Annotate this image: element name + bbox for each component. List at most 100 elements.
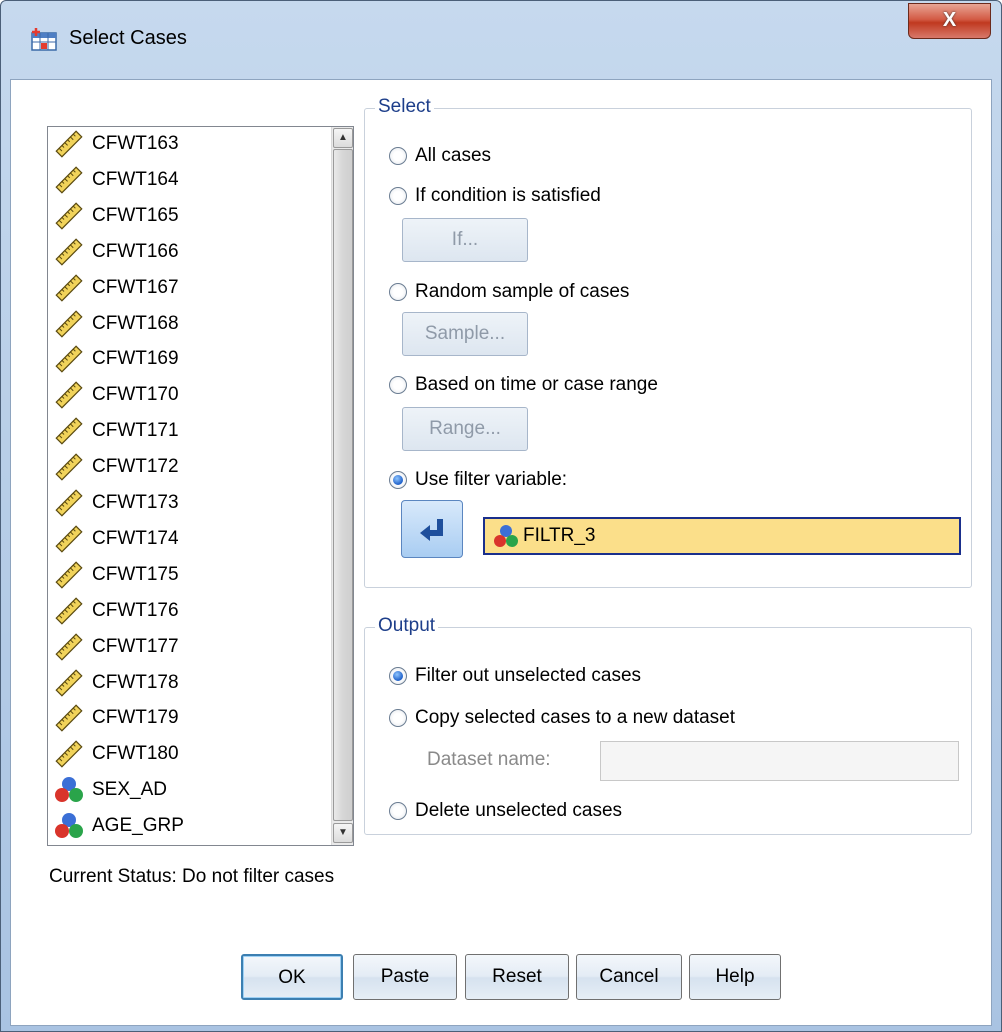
variable-name: CFWT170 [92, 384, 179, 406]
if-condition-label: If condition is satisfied [415, 185, 601, 206]
variable-list-item[interactable]: CFWT178 [54, 666, 179, 700]
variable-list-item[interactable]: CFWT176 [54, 594, 179, 628]
copy-selected-label: Copy selected cases to a new dataset [415, 707, 736, 728]
random-sample-label: Random sample of cases [415, 281, 630, 302]
nominal-balls-icon [54, 776, 84, 804]
ruler-icon [54, 417, 84, 445]
ruler-icon [54, 345, 84, 373]
radio-random-sample[interactable]: Random sample of cases [389, 281, 629, 303]
ruler-icon [54, 597, 84, 625]
variable-list-item[interactable]: SEX_AD [54, 773, 167, 807]
nominal-balls-icon [494, 525, 518, 547]
radio-delete-unselected[interactable]: Delete unselected cases [389, 800, 622, 822]
variable-list-item[interactable]: AGE_GRP [54, 809, 184, 843]
filter-variable-field[interactable]: FILTR_3 [483, 517, 961, 555]
variable-list-item[interactable]: CFWT174 [54, 522, 179, 556]
reset-button[interactable]: Reset [465, 954, 569, 1000]
radio-copy-selected[interactable]: Copy selected cases to a new dataset [389, 707, 735, 729]
variable-name: CFWT169 [92, 348, 179, 370]
paste-button[interactable]: Paste [353, 954, 457, 1000]
range-button[interactable]: Range... [402, 407, 528, 451]
delete-unselected-label: Delete unselected cases [415, 800, 623, 821]
dataset-name-input[interactable] [600, 741, 959, 781]
delete-unselected-radio[interactable] [389, 802, 407, 820]
variable-list-item[interactable]: CFWT177 [54, 630, 179, 664]
variable-list-item[interactable]: CFWT164 [54, 163, 179, 197]
scrollbar-thumb[interactable] [333, 149, 353, 821]
ruler-icon [54, 381, 84, 409]
random-sample-radio[interactable] [389, 283, 407, 301]
dialog-body: AGE_GRP SEX_AD CFWT180 CFWT179 CFWT178 CFWT17… [10, 79, 992, 1026]
variable-list[interactable]: AGE_GRP SEX_AD CFWT180 CFWT179 CFWT178 CFWT17… [47, 126, 354, 846]
filter-out-radio[interactable] [389, 667, 407, 685]
radio-filter-out[interactable]: Filter out unselected cases [389, 665, 641, 687]
scroll-up-arrow-icon[interactable]: ▲ [333, 128, 353, 148]
close-icon: X [942, 9, 957, 31]
filter-out-label: Filter out unselected cases [415, 665, 642, 686]
variable-list-item[interactable]: CFWT166 [54, 235, 179, 269]
variable-list-item[interactable]: CFWT172 [54, 450, 179, 484]
time-range-radio[interactable] [389, 376, 407, 394]
copy-selected-radio[interactable] [389, 709, 407, 727]
variable-name: CFWT174 [92, 527, 179, 549]
select-cases-dialog: Select Cases X AGE_GRP SEX_AD CFWT180 CFWT1… [0, 0, 1002, 1032]
ruler-icon [54, 489, 84, 517]
variable-list-item[interactable]: CFWT168 [54, 307, 179, 341]
variable-name: CFWT165 [92, 204, 179, 226]
scroll-down-arrow-icon[interactable]: ▼ [333, 823, 353, 843]
ruler-icon [54, 166, 84, 194]
ruler-icon [54, 704, 84, 732]
variable-list-item[interactable]: CFWT175 [54, 558, 179, 592]
if-condition-radio[interactable] [389, 187, 407, 205]
variable-list-item[interactable]: CFWT179 [54, 701, 179, 735]
ruler-icon [54, 202, 84, 230]
variable-name: CFWT163 [92, 133, 179, 154]
ruler-icon [54, 525, 84, 553]
use-filter-radio[interactable] [389, 471, 407, 489]
title-bar[interactable]: Select Cases X [1, 1, 1001, 79]
variable-list-item[interactable]: CFWT180 [54, 737, 179, 771]
variable-list-item[interactable]: CFWT167 [54, 271, 179, 305]
filter-variable-value: FILTR_3 [523, 525, 596, 546]
ruler-icon [54, 561, 84, 589]
ruler-icon [54, 453, 84, 481]
sample-button[interactable]: Sample... [402, 312, 528, 356]
variable-list-item[interactable]: CFWT170 [54, 378, 179, 412]
variable-name: SEX_AD [92, 779, 167, 801]
close-button[interactable]: X [908, 3, 991, 39]
variable-list-item[interactable]: CFWT163 [54, 127, 179, 161]
radio-all-cases[interactable]: All cases [389, 145, 491, 167]
ruler-icon [54, 238, 84, 266]
variable-name: CFWT173 [92, 492, 179, 513]
ruler-icon [54, 633, 84, 661]
variable-list-item[interactable]: CFWT165 [54, 199, 179, 233]
variable-name: CFWT168 [92, 312, 179, 334]
variable-list-item[interactable]: CFWT171 [54, 414, 179, 448]
variable-list-item[interactable]: CFWT173 [54, 486, 179, 520]
select-cases-app-icon [31, 28, 57, 51]
ok-button[interactable]: OK [241, 954, 343, 1000]
output-group-title: Output [375, 615, 439, 637]
variable-list-item[interactable]: CFWT169 [54, 342, 179, 376]
ruler-icon [54, 309, 84, 338]
all-cases-label: All cases [415, 145, 492, 166]
ruler-icon [54, 274, 84, 302]
radio-time-range[interactable]: Based on time or case range [389, 374, 658, 396]
radio-if-condition[interactable]: If condition is satisfied [389, 185, 601, 207]
help-button[interactable]: Help [689, 954, 781, 1000]
variable-name: CFWT180 [92, 743, 179, 765]
nominal-balls-icon [54, 812, 84, 840]
radio-use-filter[interactable]: Use filter variable: [389, 469, 567, 491]
time-range-label: Based on time or case range [415, 374, 658, 395]
variable-list-scrollbar[interactable]: ▲ ▼ [331, 127, 353, 845]
select-group: Select All cases If condition is satisfi… [364, 96, 972, 588]
if-button[interactable]: If... [402, 218, 528, 262]
all-cases-radio[interactable] [389, 147, 407, 165]
cancel-button[interactable]: Cancel [576, 954, 682, 1000]
variable-name: CFWT171 [92, 420, 179, 442]
variable-name: CFWT172 [92, 456, 179, 478]
select-group-title: Select [375, 96, 434, 118]
dataset-name-label: Dataset name: [427, 749, 551, 770]
ruler-icon [54, 740, 84, 768]
move-variable-button[interactable] [401, 500, 463, 558]
